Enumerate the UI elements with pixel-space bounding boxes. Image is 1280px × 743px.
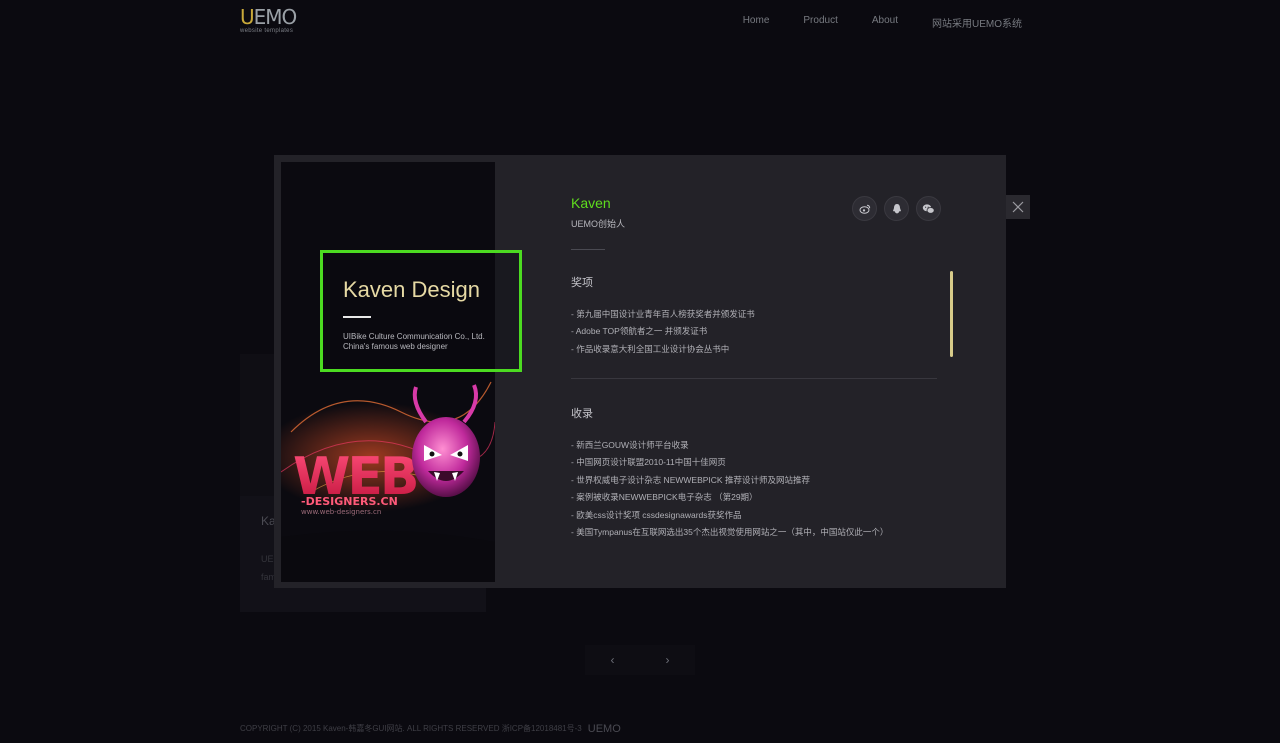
- weibo-button[interactable]: [852, 196, 877, 221]
- qq-icon: [892, 203, 901, 213]
- wechat-icon: [922, 203, 935, 214]
- web-designers-artwork: WEB -DESIGNERS.CN www.web-designers.cn: [281, 381, 495, 582]
- list-item: - 中国网页设计联盟2010-11中国十佳网页: [571, 457, 726, 468]
- main-nav: Home Product About 网站采用UEMO系统: [709, 15, 1022, 30]
- section-divider: [571, 378, 937, 379]
- list-item: - 案例被收录NEWWEBPICK电子杂志 （第29期）: [571, 492, 758, 503]
- nav-about[interactable]: About: [872, 15, 898, 30]
- footer: COPYRIGHT (C) 2015 Kaven-韩嘉冬GUI网站. ALL R…: [240, 723, 621, 735]
- designer-title-divider: [343, 316, 371, 318]
- profile-modal: WEB -DESIGNERS.CN www.web-designers.cn K…: [274, 155, 1006, 588]
- weibo-icon: [859, 204, 870, 214]
- profile-role: UEMO创始人: [571, 219, 626, 229]
- profile-divider: [571, 249, 605, 250]
- designer-subtitle: China's famous web designer: [343, 342, 448, 351]
- list-item: - 作品收录意大利全国工业设计协会丛书中: [571, 343, 730, 354]
- list-item: - 欧美css设计奖项 cssdesignawards获奖作品: [571, 509, 742, 520]
- site-header: UEMO website templates Home Product Abou…: [0, 0, 1280, 44]
- awards-title: 奖项: [571, 277, 593, 289]
- designer-title: Kaven Design: [343, 277, 480, 302]
- site-logo[interactable]: UEMO website templates: [240, 7, 320, 37]
- footer-copyright: COPYRIGHT (C) 2015 Kaven-韩嘉冬GUI网站. ALL R…: [240, 724, 582, 733]
- list-item: - Adobe TOP领航者之一 并颁发证书: [571, 326, 708, 337]
- designer-highlight-box: Kaven Design UIBike Culture Communicatio…: [320, 250, 522, 372]
- artwork-url-text: www.web-designers.cn: [301, 508, 381, 516]
- footer-logo: UEMO: [587, 723, 621, 735]
- list-item: - 新西兰GOUW设计师平台收录: [571, 440, 689, 450]
- pager: ‹ ›: [585, 645, 695, 675]
- close-icon: [1012, 201, 1024, 213]
- logo-letters: EMO: [253, 5, 298, 29]
- list-item: - 第九届中国设计业青年百人榜获奖者并颁发证书: [571, 309, 755, 319]
- logo-letter-u: U: [240, 5, 255, 29]
- list-item: - 美国Tympanus在互联网选出35个杰出视觉使用网站之一（其中，中国站仅此…: [571, 526, 889, 537]
- pager-prev-button[interactable]: ‹: [585, 645, 640, 675]
- profile-name: Kaven: [571, 195, 611, 211]
- collections-title: 收录: [571, 408, 593, 420]
- content-scrollbar[interactable]: [950, 271, 953, 357]
- monster-figure: [412, 384, 480, 497]
- modal-close-button[interactable]: [1006, 195, 1030, 219]
- designer-company: UIBike Culture Communication Co., Ltd.: [343, 332, 485, 341]
- nav-uemo-system[interactable]: 网站采用UEMO系统: [932, 15, 1022, 30]
- background-card-line1: UE: [261, 554, 274, 564]
- nav-home[interactable]: Home: [743, 15, 770, 30]
- artwork-designers-text: -DESIGNERS.CN: [301, 495, 398, 508]
- logo-wordmark: UEMO: [240, 7, 320, 27]
- wechat-button[interactable]: [916, 196, 941, 221]
- pager-next-button[interactable]: ›: [640, 645, 695, 675]
- nav-product[interactable]: Product: [803, 15, 837, 30]
- logo-tagline: website templates: [240, 28, 294, 34]
- qq-button[interactable]: [884, 196, 909, 221]
- collections-list: - 新西兰GOUW设计师平台收录 - 中国网页设计联盟2010-11中国十佳网页…: [571, 437, 888, 541]
- awards-list: - 第九届中国设计业青年百人榜获奖者并颁发证书 - Adobe TOP领航者之一…: [571, 306, 755, 358]
- list-item: - 世界权威电子设计杂志 NEWWEBPICK 推荐设计师及网站推荐: [571, 474, 810, 485]
- modal-image-panel: WEB -DESIGNERS.CN www.web-designers.cn: [281, 162, 495, 582]
